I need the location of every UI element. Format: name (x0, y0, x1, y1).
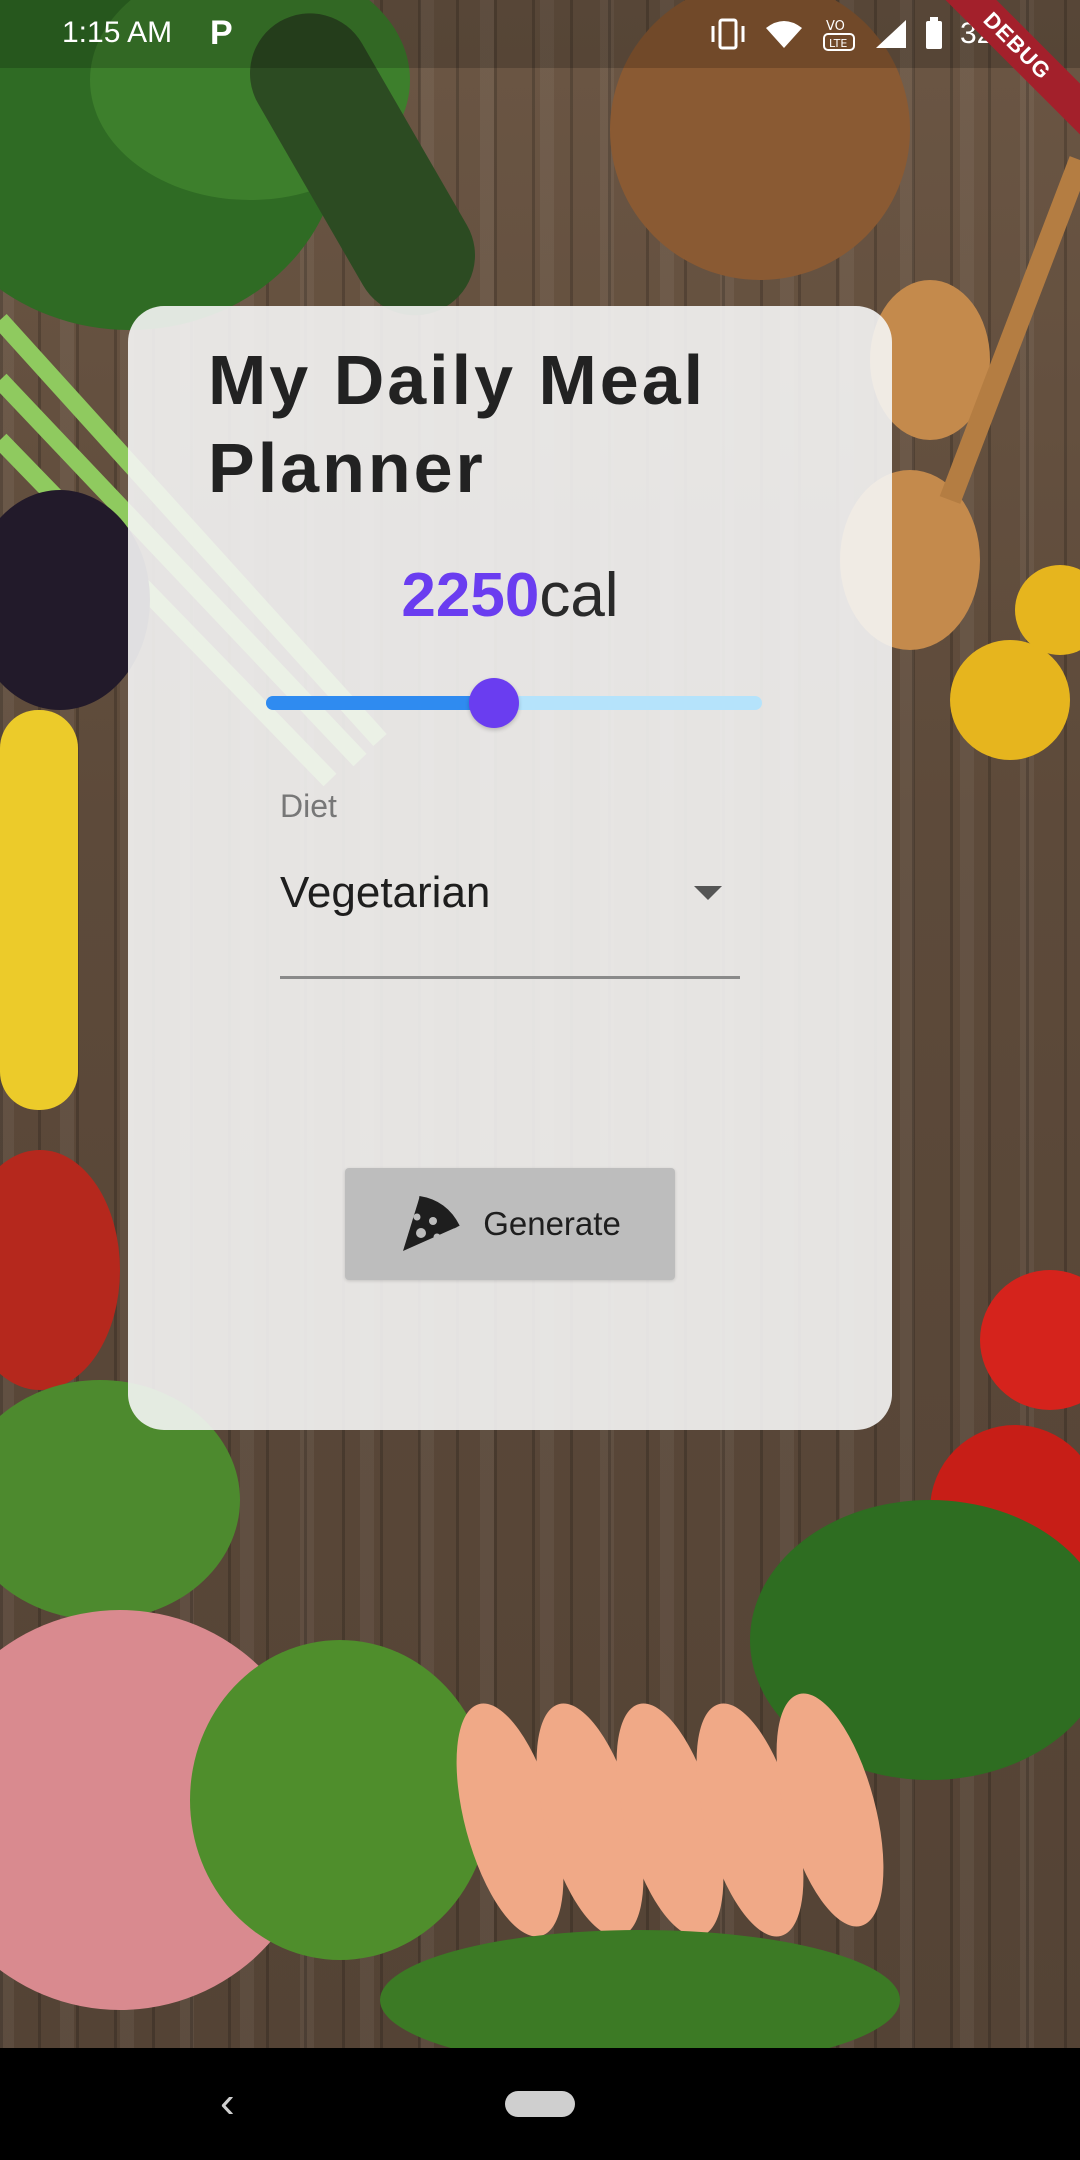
status-bar: 1:15 AM P VO LTE 32% DEBUG (0, 0, 1080, 141)
diet-label: Diet (280, 788, 337, 824)
generate-button-label[interactable]: Generate (483, 1205, 621, 1243)
calorie-display: 2250cal (128, 560, 892, 631)
slider-track-active[interactable] (266, 696, 494, 710)
battery-icon (925, 17, 942, 49)
home-pill-button[interactable] (505, 2091, 575, 2117)
system-nav-bar: ‹ (0, 2048, 1080, 2160)
pizza-icon (403, 1196, 460, 1251)
dropdown-arrow-icon[interactable] (694, 886, 722, 900)
generate-button[interactable]: Generate (345, 1168, 675, 1280)
calorie-value: 2250 (401, 561, 540, 630)
calorie-slider[interactable] (266, 678, 762, 728)
diet-dropdown[interactable]: Vegetarian (280, 856, 740, 979)
svg-text:VO: VO (826, 19, 845, 34)
wifi-icon (765, 21, 802, 48)
back-icon[interactable]: ‹ (220, 2078, 235, 2128)
app-notification-icon: P (210, 14, 233, 52)
page-title: My Daily Meal Planner (208, 341, 707, 507)
vibrate-icon (711, 18, 745, 50)
signal-icon (875, 20, 906, 48)
status-time: 1:15 AM (62, 16, 173, 49)
diet-selected-value[interactable]: Vegetarian (280, 868, 490, 918)
calorie-unit: cal (539, 561, 619, 630)
meal-planner-card: My Daily Meal Planner 2250cal Diet Veget… (128, 306, 892, 1430)
volte-icon: VO LTE (822, 19, 855, 51)
svg-text:LTE: LTE (829, 37, 847, 50)
slider-thumb[interactable] (469, 678, 519, 728)
